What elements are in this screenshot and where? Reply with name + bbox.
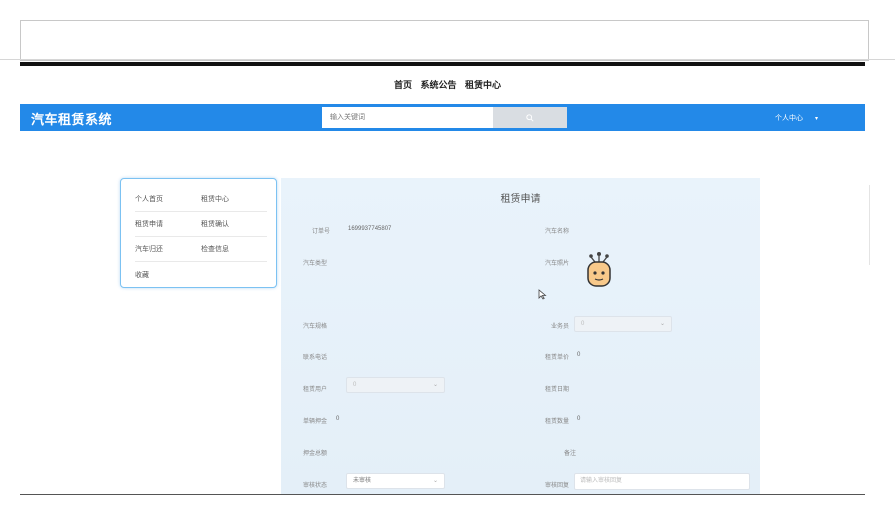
caret-down-icon: ▾ [815,115,819,122]
sidebar-item-rental-center[interactable]: 租赁中心 [201,194,267,204]
order-no-label: 订单号 [312,229,331,235]
car-photo-label: 汽车照片 [545,261,570,267]
quantity-label: 租赁数量 [545,419,570,425]
review-reply-input[interactable]: 请输入审核回复 [574,473,750,490]
review-status-label: 审核状态 [303,483,328,489]
chevron-down-icon: ⌄ [432,382,438,388]
chevron-down-icon: ⌄ [432,478,438,484]
phone-label: 联系电话 [303,355,328,361]
user-label: 个人中心 [775,115,803,122]
sidebar-item-car-return[interactable]: 汽车归还 [135,244,201,254]
nav-announcement[interactable]: 系统公告 [420,78,456,91]
unit-price-label: 租赁单价 [545,355,570,361]
review-status-select[interactable]: 未审核 ⌄ [346,473,445,489]
top-divider [0,59,895,60]
search-icon [526,113,534,122]
total-deposit-label: 押金总额 [303,451,328,457]
deposit-label: 单辆押金 [303,419,328,425]
search-input[interactable]: 输入关键词 [322,107,494,128]
review-reply-label: 审核回复 [545,483,570,489]
brand-title: 汽车租赁系统 [31,112,113,127]
salesman-value: 0 [581,321,585,327]
user-menu[interactable]: 个人中心 ▾ [775,113,818,123]
page: 首页 系统公告 租赁中心 汽车租赁系统 输入关键词 个人中心 ▾ 个人首页 租赁… [0,0,895,506]
rental-user-label: 租赁用户 [303,387,328,393]
search-button[interactable] [493,107,567,128]
sidebar-item-favorites[interactable]: 收藏 [135,270,205,280]
bottom-divider [20,494,865,495]
car-name-label: 汽车名称 [545,229,570,235]
rental-user-select[interactable]: 0 ⌄ [346,377,445,393]
sidebar-item-rental-confirm[interactable]: 租赁确认 [201,219,267,229]
rental-form-panel: 租赁申请 订单号 1699937745807 汽车名称 汽车类型 汽车照片 汽车… [281,178,760,494]
app-header: 汽车租赁系统 输入关键词 个人中心 ▾ [20,104,865,131]
salesman-select[interactable]: 0 ⌄ [574,316,672,332]
rental-date-label: 租赁日期 [545,387,570,393]
review-status-value: 未审核 [353,478,372,484]
nav-rental-center[interactable]: 租赁中心 [465,78,501,91]
car-type-label: 汽车类型 [303,261,328,267]
mouse-cursor-icon [538,289,547,300]
deposit-value: 0 [336,416,340,422]
chevron-down-icon: ⌄ [659,321,665,327]
salesman-label: 业务员 [551,324,570,330]
nav-home[interactable]: 首页 [394,78,412,91]
sidebar-item-inspection[interactable]: 检查信息 [201,244,267,254]
right-scroll-edge [869,185,895,265]
order-no-value: 1699937745807 [348,226,392,232]
car-spec-label: 汽车规格 [303,324,328,330]
sidebar-menu: 个人首页 租赁中心 租赁申请 租赁确认 汽车归还 检查信息 收藏 [120,178,277,288]
top-bar [20,62,865,66]
top-navigation: 首页 系统公告 租赁中心 [0,78,895,91]
remark-label: 备注 [564,451,577,457]
top-frame [20,20,869,61]
quantity-value: 0 [577,416,581,422]
rental-user-value: 0 [353,382,357,388]
car-photo-placeholder-icon [587,252,611,287]
form-title: 租赁申请 [500,194,541,205]
sidebar-item-rental-apply[interactable]: 租赁申请 [135,219,201,229]
unit-price-value: 0 [577,352,581,358]
sidebar-item-personal-home[interactable]: 个人首页 [135,194,201,204]
